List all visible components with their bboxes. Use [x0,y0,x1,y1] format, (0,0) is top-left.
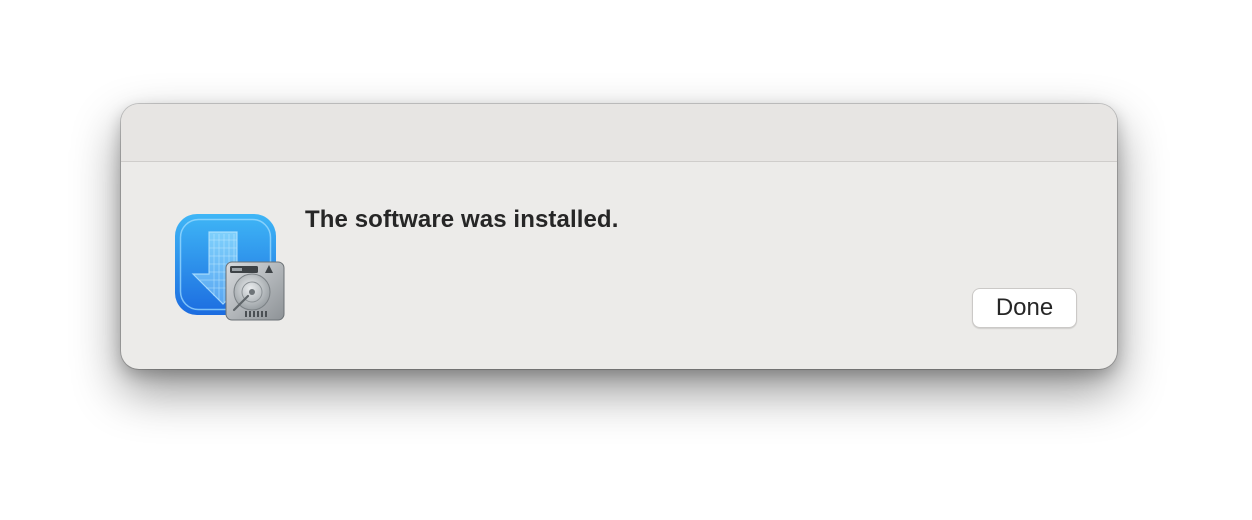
installer-app-icon [172,212,290,324]
hard-disk-icon [225,261,285,321]
done-button[interactable]: Done [972,288,1077,328]
dialog-content: The software was installed. Done [121,162,1117,369]
dialog-message: The software was installed. [305,206,619,233]
installer-dialog: The software was installed. Done [121,104,1117,369]
screen-background: The software was installed. Done [0,0,1252,520]
dialog-titlebar[interactable] [121,104,1117,162]
